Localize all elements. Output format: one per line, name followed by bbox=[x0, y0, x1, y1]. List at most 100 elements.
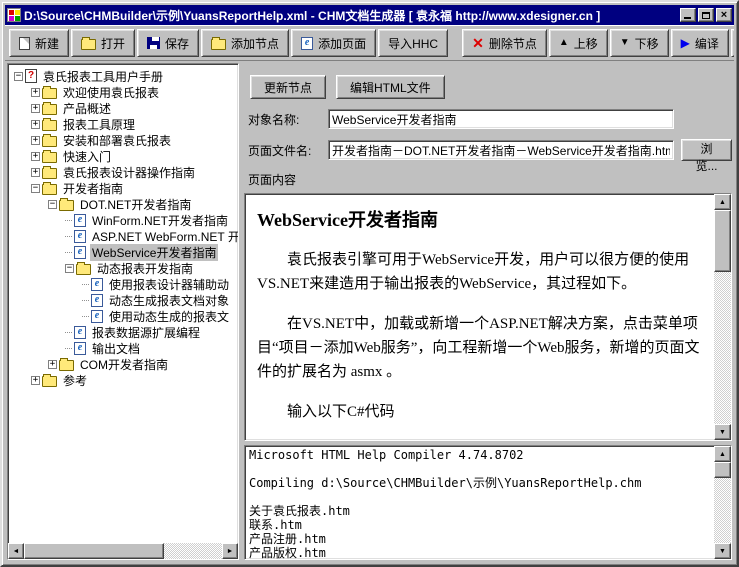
page-icon: e bbox=[74, 246, 86, 259]
tree-item-label: 动态生成报表文档对象 bbox=[107, 292, 231, 309]
tree-item[interactable]: +COM开发者指南 bbox=[10, 356, 238, 372]
tree-item[interactable]: + 安装和部署袁氏报表 bbox=[10, 132, 238, 148]
tree-item[interactable]: e 动态生成报表文档对象 bbox=[10, 292, 238, 308]
page-file-input[interactable] bbox=[328, 140, 674, 160]
toolbar-button-compile[interactable]: ▶编译 bbox=[671, 29, 729, 57]
tree-item-label: 欢迎使用袁氏报表 bbox=[61, 84, 161, 101]
tree-item[interactable]: −DOT.NET开发者指南 bbox=[10, 196, 238, 212]
horizontal-scrollbar-thumb[interactable] bbox=[24, 543, 164, 559]
scroll-left-button[interactable]: ◄ bbox=[8, 543, 24, 559]
tree-connector-line bbox=[65, 252, 72, 253]
toolbar-button-open[interactable]: 打开 bbox=[71, 29, 135, 57]
page-content-body: WebService开发者指南 袁氏报表引擎可用于WebService开发，用户… bbox=[245, 194, 714, 440]
expand-icon[interactable]: + bbox=[31, 376, 40, 385]
tree-item[interactable]: e报表数据源扩展编程 bbox=[10, 324, 238, 340]
tree-item[interactable]: e使用动态生成的报表文 bbox=[10, 308, 238, 324]
toolbar: 新建 打开保存添加节点e添加页面导入HHC ✕删除节点▲上移▼下移▶编译系统 bbox=[5, 25, 734, 61]
toolbar-button-save[interactable]: 保存 bbox=[137, 29, 199, 57]
help-file-icon: ? bbox=[25, 69, 37, 83]
vertical-scrollbar-track[interactable] bbox=[714, 272, 731, 424]
log-scrollbar-thumb[interactable] bbox=[714, 462, 731, 478]
tree-item[interactable]: +产品概述 bbox=[10, 100, 238, 116]
page-icon: e bbox=[74, 214, 86, 227]
object-name-input[interactable] bbox=[328, 109, 674, 129]
tree-item-label: 参考 bbox=[61, 372, 89, 389]
tree-item[interactable]: e输出文档 bbox=[10, 340, 238, 356]
tree-item[interactable]: eWebService开发者指南 bbox=[10, 244, 238, 260]
folder-icon bbox=[59, 360, 74, 371]
content-vertical-scrollbar[interactable]: ▲ ▼ bbox=[714, 194, 731, 440]
vertical-scrollbar-thumb[interactable] bbox=[714, 210, 731, 272]
tree-connector-line bbox=[82, 300, 89, 301]
new-file-icon bbox=[19, 37, 30, 50]
scroll-right-button[interactable]: ► bbox=[222, 543, 238, 559]
folder-icon bbox=[42, 376, 57, 387]
tree-item[interactable]: + 欢迎使用袁氏报表 bbox=[10, 84, 238, 100]
page-icon: e bbox=[91, 294, 103, 307]
content-heading: WebService开发者指南 bbox=[257, 206, 708, 232]
horizontal-scrollbar-track[interactable] bbox=[164, 543, 222, 559]
folder-icon bbox=[42, 184, 57, 195]
toolbar-button-add-node[interactable]: 添加节点 bbox=[201, 29, 289, 57]
tree-item[interactable]: eWinForm.NET开发者指南 bbox=[10, 212, 238, 228]
expand-icon[interactable]: + bbox=[31, 136, 40, 145]
toolbar-button-delete-node[interactable]: ✕删除节点 bbox=[462, 29, 547, 57]
tree-item-label: 使用报表设计器辅助动 bbox=[107, 276, 231, 293]
tree-item[interactable]: e 使用报表设计器辅助动 bbox=[10, 276, 238, 292]
tree-item[interactable]: −动态报表开发指南 bbox=[10, 260, 238, 276]
tree-item[interactable]: −?袁氏报表工具用户手册 bbox=[10, 68, 238, 84]
tree-item[interactable]: −开发者指南 bbox=[10, 180, 238, 196]
collapse-icon[interactable]: − bbox=[48, 200, 57, 209]
down-arrow-icon: ▼ bbox=[620, 38, 630, 48]
titlebar: D:\Source\CHMBuilder\示例\YuansReportHelp.… bbox=[5, 5, 734, 25]
expand-icon[interactable]: + bbox=[48, 360, 57, 369]
toolbar-button-label: 打开 bbox=[101, 35, 125, 52]
scroll-up-button[interactable]: ▲ bbox=[714, 194, 731, 210]
tree-item[interactable]: +快速入门 bbox=[10, 148, 238, 164]
tree-item[interactable]: +袁氏报表设计器操作指南 bbox=[10, 164, 238, 180]
toolbar-button-system[interactable]: 系统 bbox=[731, 29, 734, 57]
expand-icon[interactable]: + bbox=[31, 88, 40, 97]
toolbar-button-move-down[interactable]: ▼下移 bbox=[610, 29, 669, 57]
collapse-icon[interactable]: − bbox=[31, 184, 40, 193]
page-icon: e bbox=[74, 230, 86, 243]
log-scroll-up-button[interactable]: ▲ bbox=[714, 446, 731, 462]
scroll-down-button[interactable]: ▼ bbox=[714, 424, 731, 440]
expand-icon[interactable]: + bbox=[31, 120, 40, 129]
folder-icon bbox=[42, 120, 57, 131]
log-scrollbar-track[interactable] bbox=[714, 478, 731, 543]
tree-item[interactable]: +报表工具原理 bbox=[10, 116, 238, 132]
minimize-button[interactable] bbox=[680, 8, 696, 22]
folder-icon bbox=[42, 104, 57, 115]
close-icon: × bbox=[721, 10, 727, 21]
toolbar-button-add-page[interactable]: e添加页面 bbox=[291, 29, 376, 57]
app-window: D:\Source\CHMBuilder\示例\YuansReportHelp.… bbox=[0, 0, 739, 567]
expand-icon[interactable]: + bbox=[31, 152, 40, 161]
edit-html-button[interactable]: 编辑HTML文件 bbox=[336, 75, 445, 99]
update-node-button[interactable]: 更新节点 bbox=[250, 75, 326, 99]
page-content-viewer: WebService开发者指南 袁氏报表引擎可用于WebService开发，用户… bbox=[244, 193, 732, 441]
tree-item[interactable]: eASP.NET WebForm.NET 开 bbox=[10, 228, 238, 244]
collapse-icon[interactable]: − bbox=[65, 264, 74, 273]
log-scroll-down-button[interactable]: ▼ bbox=[714, 543, 731, 559]
tree-horizontal-scrollbar[interactable]: ◄ ► bbox=[8, 543, 238, 559]
browse-button[interactable]: 浏览... bbox=[681, 139, 732, 161]
close-button[interactable]: × bbox=[716, 8, 732, 22]
up-arrow-icon: ▲ bbox=[559, 38, 569, 48]
content-paragraph: 袁氏报表引擎可用于WebService开发，用户可以很方便的使用VS.NET来建… bbox=[257, 248, 708, 296]
expand-icon[interactable]: + bbox=[31, 168, 40, 177]
maximize-button[interactable] bbox=[698, 8, 714, 22]
page-icon: e bbox=[91, 278, 103, 291]
toolbar-button-import-hhc[interactable]: 导入HHC bbox=[378, 29, 448, 57]
tree-item[interactable]: + 参考 bbox=[10, 372, 238, 388]
tree-item-label: 安装和部署袁氏报表 bbox=[61, 132, 173, 149]
toolbar-separator bbox=[450, 29, 460, 57]
expand-icon[interactable]: + bbox=[31, 104, 40, 113]
toolbar-button-move-up[interactable]: ▲上移 bbox=[549, 29, 608, 57]
object-name-row: 对象名称: bbox=[248, 109, 732, 129]
log-vertical-scrollbar[interactable]: ▲ ▼ bbox=[714, 446, 731, 559]
toolbar-button-new[interactable]: 新建 bbox=[9, 29, 69, 57]
tree-connector-line bbox=[82, 316, 89, 317]
collapse-icon[interactable]: − bbox=[14, 72, 23, 81]
detail-panel: 更新节点 编辑HTML文件 对象名称: 页面文件名: 浏览... 页面内容 We… bbox=[244, 63, 732, 560]
